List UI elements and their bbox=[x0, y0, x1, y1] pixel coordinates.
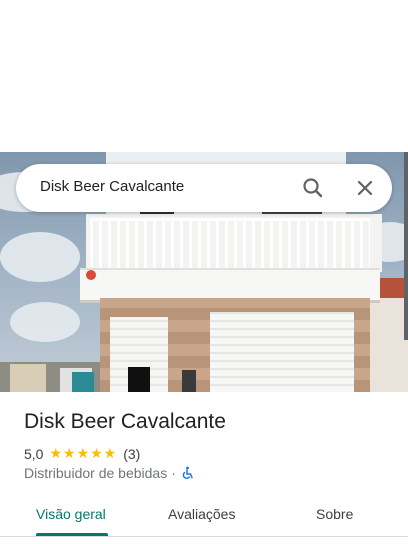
rating-stars: ★★★★★ bbox=[49, 445, 118, 461]
tab-reviews[interactable]: Avaliações bbox=[168, 506, 235, 522]
rating-value: 5,0 bbox=[24, 445, 44, 462]
rating-row[interactable]: 5,0 ★★★★★ (3) bbox=[24, 445, 140, 462]
category-row: Distribuidor de bebidas · bbox=[24, 465, 194, 481]
close-icon[interactable] bbox=[352, 175, 378, 201]
search-bar[interactable]: Disk Beer Cavalcante bbox=[16, 164, 392, 212]
separator: · bbox=[171, 465, 176, 481]
search-input[interactable]: Disk Beer Cavalcante bbox=[40, 178, 184, 195]
tabs-divider bbox=[0, 536, 408, 537]
place-title: Disk Beer Cavalcante bbox=[24, 410, 226, 433]
tab-bar: Visão geral Avaliações Sobre bbox=[0, 496, 408, 536]
wheelchair-icon bbox=[180, 466, 194, 480]
review-count[interactable]: (3) bbox=[123, 446, 140, 462]
tab-overview[interactable]: Visão geral bbox=[36, 506, 106, 522]
place-category[interactable]: Distribuidor de bebidas bbox=[24, 465, 167, 481]
search-icon[interactable] bbox=[300, 175, 326, 201]
scrollbar[interactable] bbox=[404, 152, 408, 340]
tab-about[interactable]: Sobre bbox=[316, 506, 353, 522]
blank-map-area bbox=[0, 0, 408, 152]
